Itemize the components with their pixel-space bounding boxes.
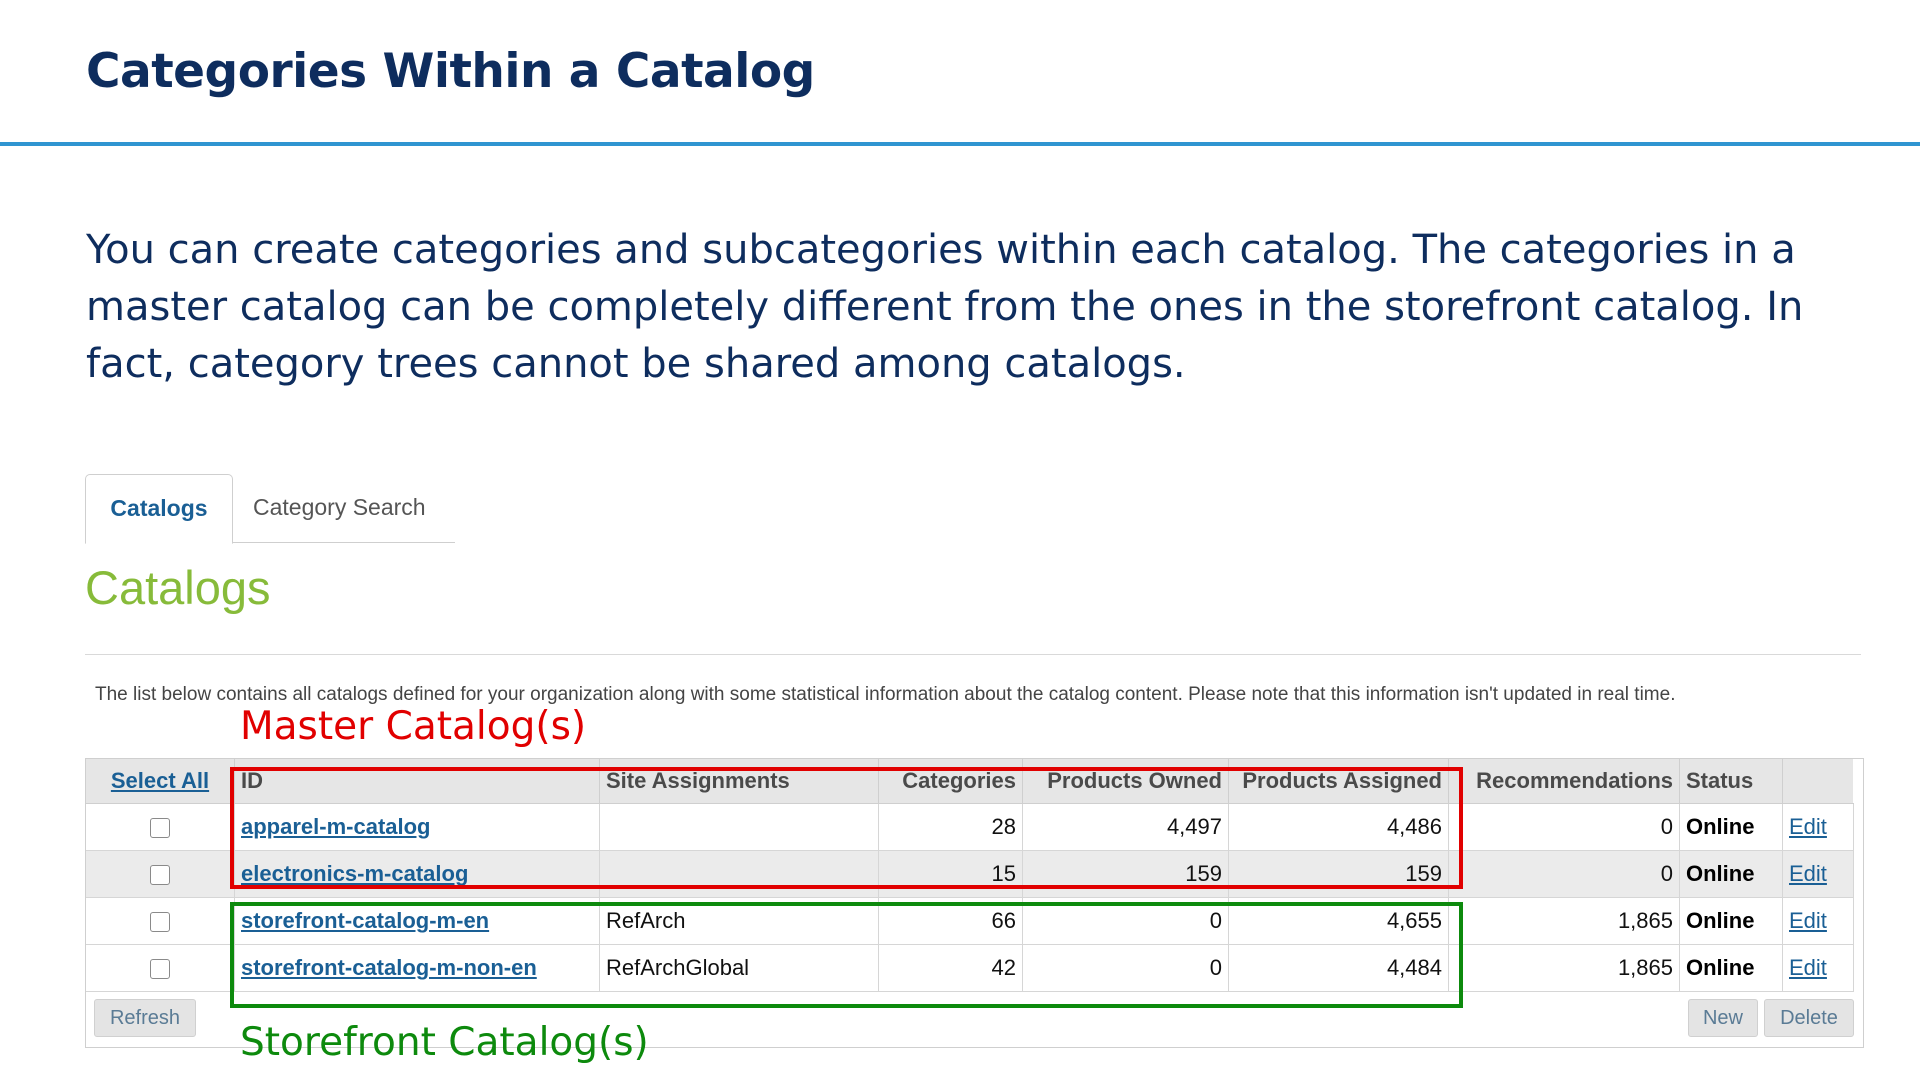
column-header-products-assigned: Products Assigned (1228, 759, 1449, 804)
heading-divider (85, 654, 1861, 655)
row-checkbox[interactable] (150, 865, 170, 886)
categories-cell: 28 (878, 803, 1023, 851)
site-assignments-cell (599, 803, 879, 851)
column-header-recommendations: Recommendations (1448, 759, 1680, 804)
edit-link[interactable]: Edit (1789, 908, 1827, 933)
column-header-categories: Categories (878, 759, 1023, 804)
slide-title: Categories Within a Catalog (86, 44, 815, 99)
title-divider (0, 142, 1920, 146)
products-owned-cell: 4,497 (1022, 803, 1229, 851)
edit-cell: Edit (1782, 944, 1854, 992)
recommendations-cell: 0 (1448, 803, 1680, 851)
column-header-status: Status (1679, 759, 1783, 804)
table-row: apparel-m-catalog 28 4,497 4,486 0 Onlin… (86, 803, 1854, 851)
column-header-id: ID (234, 759, 600, 804)
recommendations-cell: 1,865 (1448, 897, 1680, 945)
row-select-cell (86, 850, 235, 898)
catalogs-table: Select All ID Site Assignments Categorie… (86, 759, 1854, 992)
storefront-catalog-annotation: Storefront Catalog(s) (240, 1020, 649, 1065)
catalog-id-cell: apparel-m-catalog (234, 803, 600, 851)
edit-link[interactable]: Edit (1789, 955, 1827, 980)
slide-body-text: You can create categories and subcategor… (86, 227, 1804, 387)
products-assigned-cell: 4,484 (1228, 944, 1449, 992)
site-assignments-cell (599, 850, 879, 898)
new-button[interactable]: New (1688, 999, 1758, 1037)
row-checkbox[interactable] (150, 912, 170, 933)
column-header-site-assignments: Site Assignments (599, 759, 879, 804)
edit-cell: Edit (1782, 803, 1854, 851)
catalog-id-cell: storefront-catalog-m-en (234, 897, 600, 945)
select-all-header: Select All (86, 759, 235, 804)
catalog-id-link[interactable]: apparel-m-catalog (241, 814, 431, 839)
row-checkbox[interactable] (150, 818, 170, 839)
categories-cell: 42 (878, 944, 1023, 992)
catalogs-panel: Select All ID Site Assignments Categorie… (85, 758, 1864, 1048)
row-select-cell (86, 803, 235, 851)
catalog-id-cell: storefront-catalog-m-non-en (234, 944, 600, 992)
products-owned-cell: 0 (1022, 897, 1229, 945)
tab-catalogs[interactable]: Catalogs (85, 474, 233, 544)
catalogs-description: The list below contains all catalogs def… (95, 684, 1676, 705)
delete-button[interactable]: Delete (1764, 999, 1854, 1037)
catalog-id-link[interactable]: storefront-catalog-m-en (241, 908, 489, 933)
tab-category-search[interactable]: Category Search (253, 474, 426, 541)
products-assigned-cell: 4,655 (1228, 897, 1449, 945)
products-owned-cell: 0 (1022, 944, 1229, 992)
edit-cell: Edit (1782, 850, 1854, 898)
table-header-row: Select All ID Site Assignments Categorie… (86, 759, 1853, 804)
status-cell: Online (1679, 803, 1783, 851)
edit-cell: Edit (1782, 897, 1854, 945)
status-cell: Online (1679, 850, 1783, 898)
status-cell: Online (1679, 897, 1783, 945)
table-row: storefront-catalog-m-en RefArch 66 0 4,6… (86, 897, 1854, 945)
table-row: electronics-m-catalog 15 159 159 0 Onlin… (86, 850, 1854, 898)
recommendations-cell: 1,865 (1448, 944, 1680, 992)
products-assigned-cell: 4,486 (1228, 803, 1449, 851)
site-assignments-cell: RefArchGlobal (599, 944, 879, 992)
tab-bar: Catalogs Category Search (85, 474, 455, 544)
column-header-products-owned: Products Owned (1022, 759, 1229, 804)
recommendations-cell: 0 (1448, 850, 1680, 898)
catalogs-heading: Catalogs (85, 561, 271, 614)
edit-link[interactable]: Edit (1789, 861, 1827, 886)
row-select-cell (86, 944, 235, 992)
row-checkbox[interactable] (150, 959, 170, 980)
products-assigned-cell: 159 (1228, 850, 1449, 898)
status-cell: Online (1679, 944, 1783, 992)
catalog-id-link[interactable]: electronics-m-catalog (241, 861, 468, 886)
products-owned-cell: 159 (1022, 850, 1229, 898)
categories-cell: 15 (878, 850, 1023, 898)
select-all-link[interactable]: Select All (111, 768, 209, 793)
table-row: storefront-catalog-m-non-en RefArchGloba… (86, 944, 1854, 992)
catalog-id-link[interactable]: storefront-catalog-m-non-en (241, 955, 537, 980)
catalog-id-cell: electronics-m-catalog (234, 850, 600, 898)
edit-link[interactable]: Edit (1789, 814, 1827, 839)
site-assignments-cell: RefArch (599, 897, 879, 945)
master-catalog-annotation: Master Catalog(s) (240, 704, 587, 749)
refresh-button[interactable]: Refresh (94, 999, 196, 1037)
row-select-cell (86, 897, 235, 945)
column-header-edit (1782, 759, 1853, 804)
categories-cell: 66 (878, 897, 1023, 945)
